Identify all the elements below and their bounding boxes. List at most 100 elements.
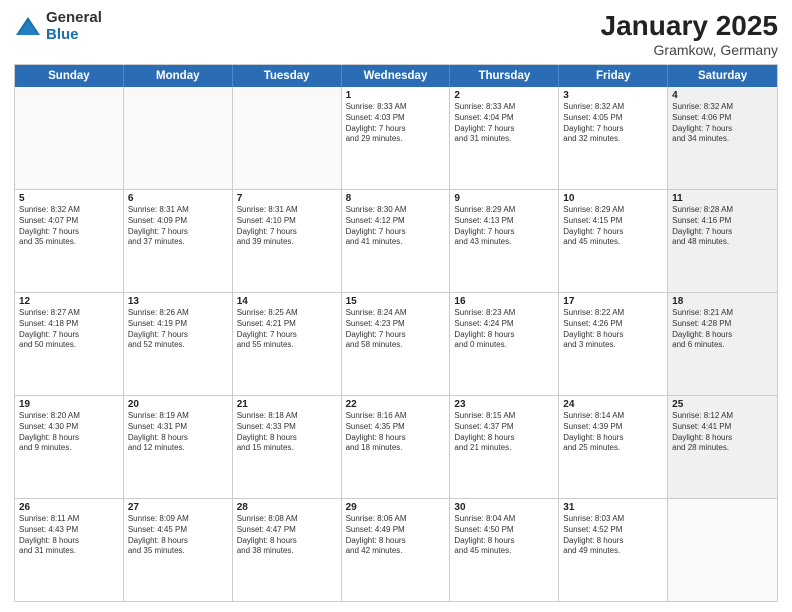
calendar-cell: 15Sunrise: 8:24 AM Sunset: 4:23 PM Dayli… — [342, 293, 451, 395]
calendar-cell: 26Sunrise: 8:11 AM Sunset: 4:43 PM Dayli… — [15, 499, 124, 601]
cell-info: Sunrise: 8:33 AM Sunset: 4:03 PM Dayligh… — [346, 102, 446, 145]
calendar-cell: 20Sunrise: 8:19 AM Sunset: 4:31 PM Dayli… — [124, 396, 233, 498]
calendar-cell — [15, 87, 124, 189]
cell-info: Sunrise: 8:04 AM Sunset: 4:50 PM Dayligh… — [454, 514, 554, 557]
calendar-cell: 16Sunrise: 8:23 AM Sunset: 4:24 PM Dayli… — [450, 293, 559, 395]
cell-info: Sunrise: 8:32 AM Sunset: 4:07 PM Dayligh… — [19, 205, 119, 248]
calendar-cell — [124, 87, 233, 189]
weekday-header: Wednesday — [342, 65, 451, 87]
calendar-week: 19Sunrise: 8:20 AM Sunset: 4:30 PM Dayli… — [15, 396, 777, 499]
day-number: 5 — [19, 193, 119, 204]
header: General Blue January 2025 Gramkow, Germa… — [14, 10, 778, 58]
weekday-header: Tuesday — [233, 65, 342, 87]
day-number: 8 — [346, 193, 446, 204]
cell-info: Sunrise: 8:08 AM Sunset: 4:47 PM Dayligh… — [237, 514, 337, 557]
cell-info: Sunrise: 8:23 AM Sunset: 4:24 PM Dayligh… — [454, 308, 554, 351]
calendar-cell: 23Sunrise: 8:15 AM Sunset: 4:37 PM Dayli… — [450, 396, 559, 498]
calendar-cell: 4Sunrise: 8:32 AM Sunset: 4:06 PM Daylig… — [668, 87, 777, 189]
day-number: 28 — [237, 502, 337, 513]
title-block: January 2025 Gramkow, Germany — [601, 10, 778, 58]
day-number: 15 — [346, 296, 446, 307]
calendar-cell: 10Sunrise: 8:29 AM Sunset: 4:15 PM Dayli… — [559, 190, 668, 292]
calendar-week: 1Sunrise: 8:33 AM Sunset: 4:03 PM Daylig… — [15, 87, 777, 190]
cell-info: Sunrise: 8:03 AM Sunset: 4:52 PM Dayligh… — [563, 514, 663, 557]
calendar-week: 5Sunrise: 8:32 AM Sunset: 4:07 PM Daylig… — [15, 190, 777, 293]
calendar-cell: 7Sunrise: 8:31 AM Sunset: 4:10 PM Daylig… — [233, 190, 342, 292]
cell-info: Sunrise: 8:29 AM Sunset: 4:13 PM Dayligh… — [454, 205, 554, 248]
day-number: 20 — [128, 399, 228, 410]
cell-info: Sunrise: 8:16 AM Sunset: 4:35 PM Dayligh… — [346, 411, 446, 454]
page: General Blue January 2025 Gramkow, Germa… — [0, 0, 792, 612]
day-number: 10 — [563, 193, 663, 204]
cell-info: Sunrise: 8:25 AM Sunset: 4:21 PM Dayligh… — [237, 308, 337, 351]
calendar-week: 26Sunrise: 8:11 AM Sunset: 4:43 PM Dayli… — [15, 499, 777, 601]
calendar-body: 1Sunrise: 8:33 AM Sunset: 4:03 PM Daylig… — [15, 87, 777, 601]
cell-info: Sunrise: 8:22 AM Sunset: 4:26 PM Dayligh… — [563, 308, 663, 351]
calendar-week: 12Sunrise: 8:27 AM Sunset: 4:18 PM Dayli… — [15, 293, 777, 396]
day-number: 23 — [454, 399, 554, 410]
cell-info: Sunrise: 8:15 AM Sunset: 4:37 PM Dayligh… — [454, 411, 554, 454]
cell-info: Sunrise: 8:09 AM Sunset: 4:45 PM Dayligh… — [128, 514, 228, 557]
day-number: 11 — [672, 193, 773, 204]
cell-info: Sunrise: 8:24 AM Sunset: 4:23 PM Dayligh… — [346, 308, 446, 351]
title-location: Gramkow, Germany — [601, 42, 778, 58]
cell-info: Sunrise: 8:19 AM Sunset: 4:31 PM Dayligh… — [128, 411, 228, 454]
day-number: 1 — [346, 90, 446, 101]
day-number: 21 — [237, 399, 337, 410]
cell-info: Sunrise: 8:26 AM Sunset: 4:19 PM Dayligh… — [128, 308, 228, 351]
day-number: 9 — [454, 193, 554, 204]
day-number: 19 — [19, 399, 119, 410]
cell-info: Sunrise: 8:33 AM Sunset: 4:04 PM Dayligh… — [454, 102, 554, 145]
weekday-header: Saturday — [668, 65, 777, 87]
weekday-header: Monday — [124, 65, 233, 87]
calendar-header: SundayMondayTuesdayWednesdayThursdayFrid… — [15, 65, 777, 87]
title-month: January 2025 — [601, 10, 778, 42]
day-number: 2 — [454, 90, 554, 101]
logo-text: General Blue — [46, 10, 102, 43]
cell-info: Sunrise: 8:06 AM Sunset: 4:49 PM Dayligh… — [346, 514, 446, 557]
cell-info: Sunrise: 8:32 AM Sunset: 4:05 PM Dayligh… — [563, 102, 663, 145]
day-number: 25 — [672, 399, 773, 410]
calendar-cell: 18Sunrise: 8:21 AM Sunset: 4:28 PM Dayli… — [668, 293, 777, 395]
calendar-cell: 11Sunrise: 8:28 AM Sunset: 4:16 PM Dayli… — [668, 190, 777, 292]
calendar-cell: 30Sunrise: 8:04 AM Sunset: 4:50 PM Dayli… — [450, 499, 559, 601]
day-number: 24 — [563, 399, 663, 410]
calendar-cell: 31Sunrise: 8:03 AM Sunset: 4:52 PM Dayli… — [559, 499, 668, 601]
day-number: 27 — [128, 502, 228, 513]
day-number: 12 — [19, 296, 119, 307]
calendar-cell: 1Sunrise: 8:33 AM Sunset: 4:03 PM Daylig… — [342, 87, 451, 189]
day-number: 16 — [454, 296, 554, 307]
cell-info: Sunrise: 8:14 AM Sunset: 4:39 PM Dayligh… — [563, 411, 663, 454]
logo-icon — [14, 13, 42, 41]
day-number: 4 — [672, 90, 773, 101]
calendar-cell: 6Sunrise: 8:31 AM Sunset: 4:09 PM Daylig… — [124, 190, 233, 292]
logo-blue: Blue — [46, 27, 102, 44]
calendar-cell: 24Sunrise: 8:14 AM Sunset: 4:39 PM Dayli… — [559, 396, 668, 498]
calendar-cell: 9Sunrise: 8:29 AM Sunset: 4:13 PM Daylig… — [450, 190, 559, 292]
weekday-header: Thursday — [450, 65, 559, 87]
calendar-cell — [233, 87, 342, 189]
calendar-cell: 5Sunrise: 8:32 AM Sunset: 4:07 PM Daylig… — [15, 190, 124, 292]
calendar-cell: 21Sunrise: 8:18 AM Sunset: 4:33 PM Dayli… — [233, 396, 342, 498]
weekday-header: Friday — [559, 65, 668, 87]
day-number: 29 — [346, 502, 446, 513]
calendar-cell: 8Sunrise: 8:30 AM Sunset: 4:12 PM Daylig… — [342, 190, 451, 292]
cell-info: Sunrise: 8:21 AM Sunset: 4:28 PM Dayligh… — [672, 308, 773, 351]
cell-info: Sunrise: 8:12 AM Sunset: 4:41 PM Dayligh… — [672, 411, 773, 454]
day-number: 6 — [128, 193, 228, 204]
day-number: 22 — [346, 399, 446, 410]
cell-info: Sunrise: 8:11 AM Sunset: 4:43 PM Dayligh… — [19, 514, 119, 557]
day-number: 7 — [237, 193, 337, 204]
calendar-cell — [668, 499, 777, 601]
day-number: 3 — [563, 90, 663, 101]
calendar-cell: 14Sunrise: 8:25 AM Sunset: 4:21 PM Dayli… — [233, 293, 342, 395]
cell-info: Sunrise: 8:32 AM Sunset: 4:06 PM Dayligh… — [672, 102, 773, 145]
day-number: 31 — [563, 502, 663, 513]
calendar-cell: 25Sunrise: 8:12 AM Sunset: 4:41 PM Dayli… — [668, 396, 777, 498]
calendar: SundayMondayTuesdayWednesdayThursdayFrid… — [14, 64, 778, 602]
calendar-cell: 17Sunrise: 8:22 AM Sunset: 4:26 PM Dayli… — [559, 293, 668, 395]
cell-info: Sunrise: 8:28 AM Sunset: 4:16 PM Dayligh… — [672, 205, 773, 248]
logo-general: General — [46, 10, 102, 27]
calendar-cell: 29Sunrise: 8:06 AM Sunset: 4:49 PM Dayli… — [342, 499, 451, 601]
cell-info: Sunrise: 8:20 AM Sunset: 4:30 PM Dayligh… — [19, 411, 119, 454]
